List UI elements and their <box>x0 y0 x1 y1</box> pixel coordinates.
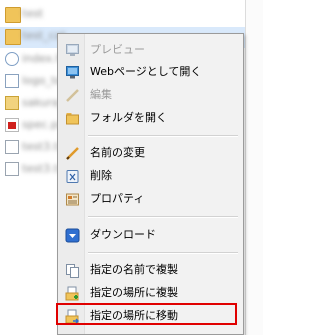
menu-separator <box>88 216 238 218</box>
menu-item-label: Webページとして開く <box>90 65 202 78</box>
highlight-box <box>56 303 237 325</box>
properties-icon <box>66 193 79 206</box>
menu-item-properties[interactable]: プロパティ <box>58 188 243 210</box>
preview-icon <box>66 44 79 56</box>
menu-item-download[interactable]: ダウンロード <box>58 224 243 246</box>
menu-item-rename[interactable]: 名前の変更 <box>58 142 243 164</box>
menu-separator <box>88 252 238 254</box>
menu-item-delete[interactable]: 削除 <box>58 165 243 187</box>
html-file-icon <box>5 52 19 66</box>
menu-item-label: プレビュー <box>90 43 145 56</box>
menu-item-label: 名前の変更 <box>90 146 145 159</box>
menu-item-label: 編集 <box>90 88 112 101</box>
folder-icon <box>66 113 79 125</box>
menu-item-label: 指定の場所に複製 <box>90 286 178 299</box>
pencil-icon <box>66 147 79 160</box>
menu-item-label: フォルダを開く <box>90 111 167 124</box>
pencil-icon <box>66 89 79 102</box>
menu-item-label: ダウンロード <box>90 228 156 241</box>
download-icon <box>65 228 80 243</box>
menu-item-label: 削除 <box>90 169 112 182</box>
web-page-icon <box>66 66 79 79</box>
archive-file-icon <box>5 96 19 110</box>
document-file-icon <box>5 74 19 88</box>
file-name: test <box>22 7 44 20</box>
context-menu: プレビュー Webページとして開く 編集 フォルダを開く 名前の変更 削除 プロ… <box>57 33 244 335</box>
folder-icon <box>5 7 21 23</box>
menu-item-open-folder[interactable]: フォルダを開く <box>58 107 243 129</box>
menu-item-label: 指定の名前で複製 <box>90 263 178 276</box>
menu-item-copy-with-name[interactable]: 指定の名前で複製 <box>58 259 243 281</box>
text-file-icon <box>5 162 19 176</box>
pdf-file-icon <box>5 118 19 132</box>
menu-item-edit[interactable]: 編集 <box>58 84 243 106</box>
scrollbar[interactable] <box>245 0 263 335</box>
menu-separator <box>88 135 238 137</box>
copy-to-folder-icon <box>65 286 79 301</box>
delete-icon <box>66 170 79 183</box>
menu-item-open-as-web[interactable]: Webページとして開く <box>58 61 243 83</box>
copy-file-icon <box>66 264 79 278</box>
menu-item-copy-to-location[interactable]: 指定の場所に複製 <box>58 282 243 304</box>
file-row[interactable]: test <box>0 5 262 26</box>
menu-item-label: プロパティ <box>90 192 145 205</box>
folder-icon <box>5 29 21 45</box>
text-file-icon <box>5 140 19 154</box>
menu-item-preview[interactable]: プレビュー <box>58 39 243 61</box>
